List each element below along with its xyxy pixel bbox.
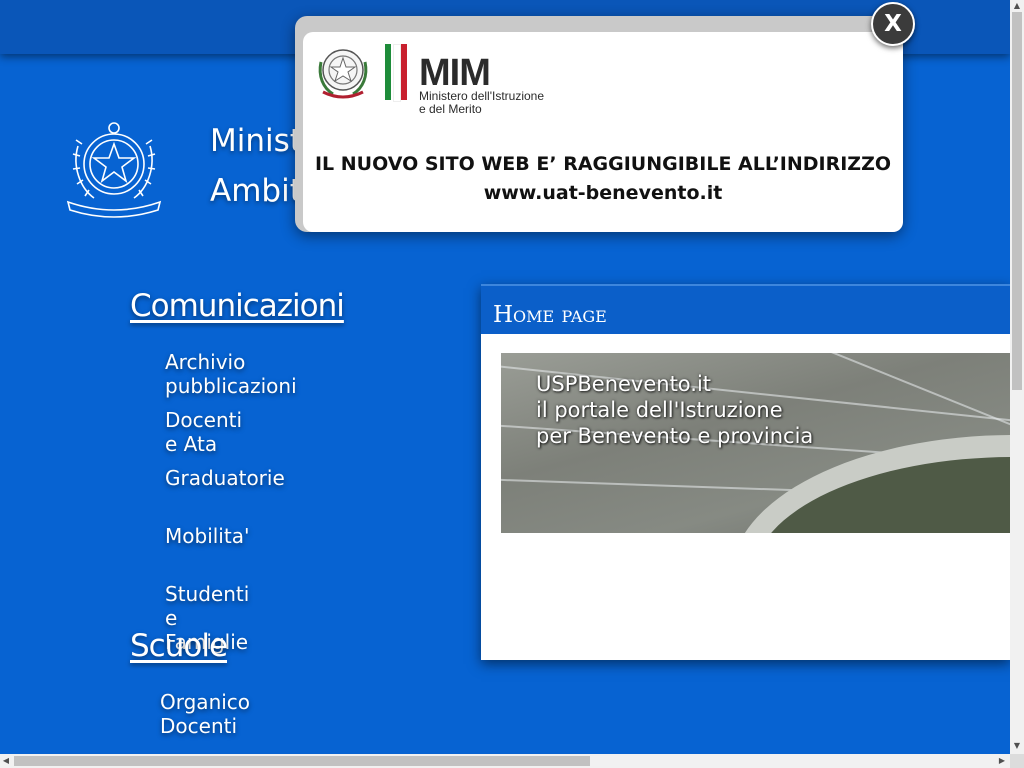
mim-logo-subtitle-line-2: e del Merito: [419, 102, 482, 116]
flag-white-stripe: [393, 44, 401, 102]
popup-new-site-url[interactable]: www.uat-benevento.it: [303, 179, 903, 208]
scroll-down-arrow-icon[interactable]: ▼: [1010, 740, 1024, 752]
announcement-popup: MIM Ministero dell'Istruzione e del Meri…: [295, 16, 903, 232]
popup-message: IL NUOVO SITO WEB E’ RAGGIUNGIBILE ALL’I…: [314, 153, 892, 175]
banner-caption: USPBenevento.it il portale dell'Istruzio…: [536, 372, 814, 448]
panel-header: Home page: [481, 284, 1010, 334]
popup-content: MIM Ministero dell'Istruzione e del Meri…: [303, 32, 903, 232]
vertical-scroll-thumb[interactable]: [1012, 12, 1022, 390]
nav-item-graduatorie[interactable]: Graduatorie: [165, 466, 285, 490]
home-page-panel: Home page USPBenevento.it il portale del…: [481, 284, 1010, 660]
scroll-right-arrow-icon[interactable]: ▶: [996, 754, 1008, 768]
panel-title: Home page: [493, 302, 607, 328]
site-title-line-1: Minist: [210, 123, 302, 159]
scroll-up-arrow-icon[interactable]: ▲: [1010, 0, 1024, 12]
nav-item-archivio-pubblicazioni[interactable]: Archivio pubblicazioni: [165, 350, 297, 398]
vertical-scrollbar[interactable]: ▲ ▼: [1010, 0, 1024, 754]
nav-heading-comunicazioni[interactable]: Comunicazioni: [130, 288, 345, 324]
nav-item-organico-docenti[interactable]: Organico Docenti: [160, 690, 250, 738]
horizontal-scrollbar[interactable]: ◀ ▶: [0, 754, 1010, 768]
republic-emblem-icon: [66, 122, 162, 218]
mim-logo-subtitle: Ministero dell'Istruzione e del Merito: [419, 90, 579, 116]
nav-item-docenti-e-ata[interactable]: Docenti e Ata: [165, 408, 242, 456]
site-title: Minist Ambit: [210, 116, 302, 216]
nav-item-mobilita[interactable]: Mobilita': [165, 524, 249, 548]
site-title-line-2: Ambit: [210, 173, 302, 209]
flag-red-stripe: [401, 44, 407, 100]
popup-close-button[interactable]: X: [871, 2, 915, 46]
horizontal-scroll-thumb[interactable]: [14, 756, 590, 766]
mim-logo: MIM Ministero dell'Istruzione e del Meri…: [315, 42, 585, 116]
scrollbar-corner: [1010, 754, 1024, 768]
nav-heading-scuole[interactable]: Scuole: [130, 628, 228, 664]
portal-banner-image: USPBenevento.it il portale dell'Istruzio…: [501, 353, 1010, 533]
scroll-left-arrow-icon[interactable]: ◀: [0, 754, 12, 768]
flag-green-stripe: [385, 44, 391, 100]
republic-emblem-small-icon: [318, 49, 368, 99]
